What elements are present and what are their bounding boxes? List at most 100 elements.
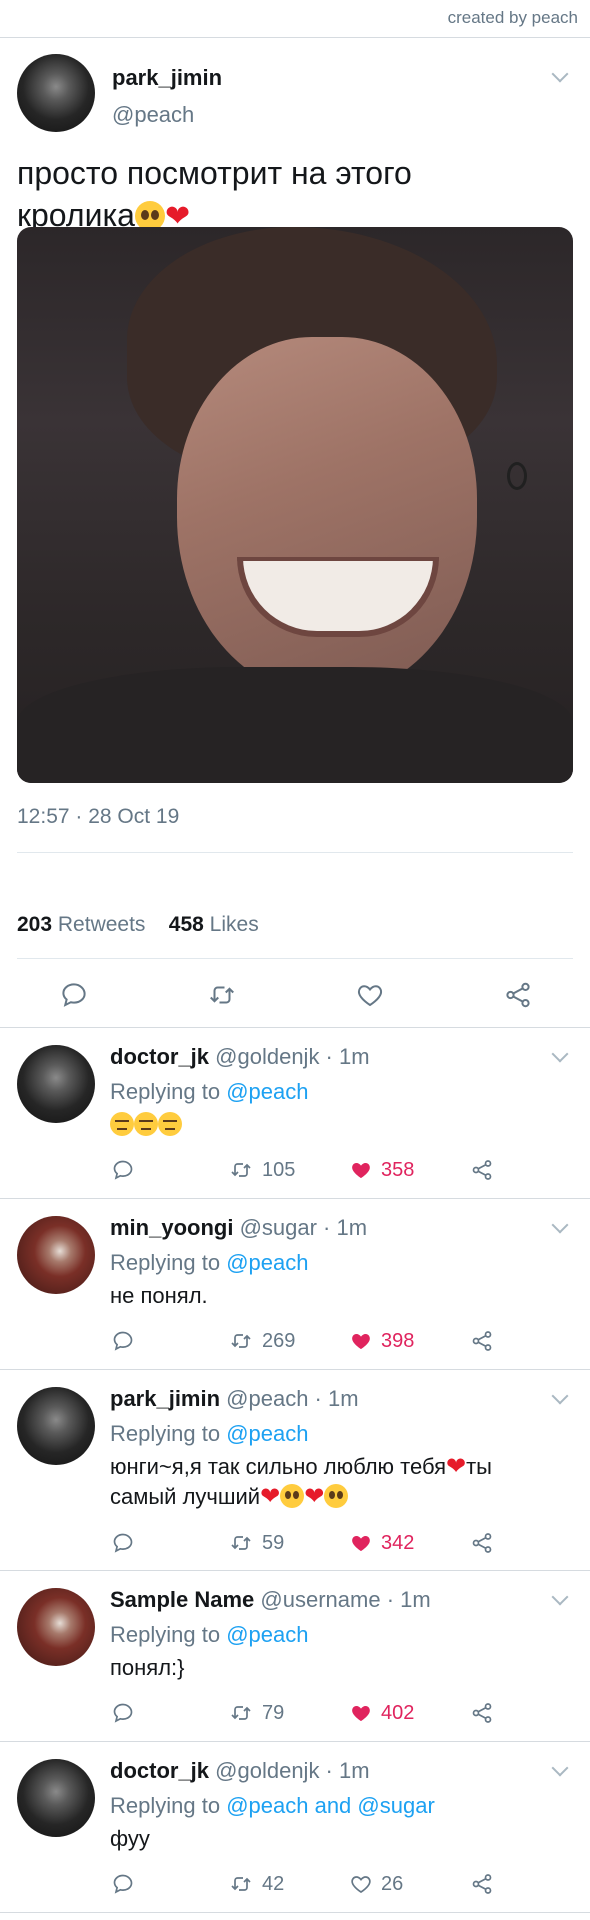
author-name[interactable]: park_jimin bbox=[112, 65, 222, 91]
chevron-down-icon[interactable] bbox=[551, 1759, 569, 1777]
reply-actions: 42 26 bbox=[0, 1869, 590, 1899]
likes-count[interactable]: 458 bbox=[169, 913, 204, 936]
avatar[interactable] bbox=[17, 1759, 95, 1837]
reply-text: юнги~я,я так сильно люблю тебя❤ты самый … bbox=[110, 1452, 570, 1512]
reply-meta: @sugar · 1m bbox=[239, 1215, 368, 1240]
author-handle[interactable]: @peach bbox=[112, 102, 194, 128]
reply-icon[interactable] bbox=[111, 1869, 135, 1899]
tweet-stats: 203 Retweets 458 Likes bbox=[17, 913, 259, 937]
retweets-count[interactable]: 203 bbox=[17, 913, 52, 936]
share-icon[interactable] bbox=[470, 1698, 494, 1728]
like-button[interactable]: 398 bbox=[349, 1326, 414, 1356]
replying-to-prefix: Replying to bbox=[110, 1250, 221, 1275]
replying-to-link[interactable]: @peach bbox=[226, 1421, 308, 1446]
chevron-down-icon[interactable] bbox=[551, 1216, 569, 1234]
chevron-down-icon[interactable] bbox=[551, 65, 569, 83]
avatar[interactable] bbox=[17, 1387, 95, 1465]
reply-meta: @goldenjk · 1m bbox=[215, 1044, 370, 1069]
avatar[interactable] bbox=[17, 54, 95, 132]
reply-text-line2: самый лучший❤ ❤ bbox=[110, 1482, 570, 1512]
heart-filled-icon bbox=[352, 1163, 370, 1178]
replying-to-link[interactable]: @peach bbox=[226, 1250, 308, 1275]
like-button[interactable]: 358 bbox=[349, 1155, 414, 1185]
replying-to: Replying to @peach bbox=[110, 1079, 308, 1105]
reply-header: Sample Name @username · 1m bbox=[110, 1587, 431, 1613]
replying-to: Replying to @peach and @sugar bbox=[110, 1793, 435, 1819]
replying-to-link[interactable]: @peach bbox=[226, 1079, 308, 1104]
share-icon[interactable] bbox=[470, 1155, 494, 1185]
chevron-down-icon[interactable] bbox=[551, 1588, 569, 1606]
reply-icon[interactable] bbox=[54, 975, 94, 1015]
red-heart-icon: ❤ bbox=[446, 1453, 467, 1480]
retweet-icon bbox=[231, 1536, 251, 1550]
like-button[interactable]: 402 bbox=[349, 1698, 414, 1728]
chevron-down-icon[interactable] bbox=[551, 1387, 569, 1405]
top-divider bbox=[0, 37, 590, 38]
divider bbox=[0, 1741, 590, 1742]
retweet-icon bbox=[231, 1334, 251, 1348]
reply-header: park_jimin @peach · 1m bbox=[110, 1386, 359, 1412]
reply-header: doctor_jk @goldenjk · 1m bbox=[110, 1758, 370, 1784]
likes-label[interactable]: Likes bbox=[210, 913, 259, 936]
pleading-face-icon bbox=[280, 1484, 305, 1508]
retweet-count: 79 bbox=[262, 1701, 285, 1724]
retweet-count: 105 bbox=[262, 1158, 296, 1181]
reply-meta: @goldenjk · 1m bbox=[215, 1758, 370, 1783]
like-icon[interactable] bbox=[350, 975, 390, 1015]
retweet-button[interactable]: 79 bbox=[228, 1698, 284, 1728]
replying-to-link[interactable]: @peach bbox=[226, 1622, 308, 1647]
replying-to-link[interactable]: @peach and @sugar bbox=[226, 1793, 435, 1818]
reply-icon[interactable] bbox=[111, 1155, 135, 1185]
chevron-down-icon[interactable] bbox=[551, 1045, 569, 1063]
retweet-button[interactable]: 269 bbox=[228, 1326, 295, 1356]
like-count: 358 bbox=[381, 1158, 415, 1181]
replying-to-prefix: Replying to bbox=[110, 1079, 221, 1104]
retweet-button[interactable]: 105 bbox=[228, 1155, 295, 1185]
retweet-count: 269 bbox=[262, 1329, 296, 1352]
reply-text-part: самый лучший bbox=[110, 1484, 261, 1509]
reply-icon[interactable] bbox=[111, 1528, 135, 1558]
reply-icon[interactable] bbox=[111, 1698, 135, 1728]
tweet-text: просто посмотрит на этого кролика ❤ bbox=[17, 152, 557, 238]
replying-to-prefix: Replying to bbox=[110, 1622, 221, 1647]
avatar[interactable] bbox=[17, 1045, 95, 1123]
retweet-button[interactable]: 42 bbox=[228, 1869, 284, 1899]
divider bbox=[0, 1570, 590, 1571]
retweets-label[interactable]: Retweets bbox=[58, 913, 146, 936]
share-icon[interactable] bbox=[498, 975, 538, 1015]
pleading-face-icon bbox=[324, 1484, 349, 1508]
share-icon[interactable] bbox=[470, 1869, 494, 1899]
reply-author-name[interactable]: Sample Name bbox=[110, 1587, 254, 1612]
tweet-timestamp[interactable]: 12:57 · 28 Oct 19 bbox=[17, 805, 179, 829]
red-heart-icon: ❤ bbox=[304, 1483, 325, 1510]
replying-to-prefix: Replying to bbox=[110, 1793, 221, 1818]
retweet-icon[interactable] bbox=[202, 975, 242, 1015]
expressionless-face-icon bbox=[134, 1112, 158, 1136]
expressionless-face-icon bbox=[110, 1112, 134, 1136]
share-icon[interactable] bbox=[470, 1528, 494, 1558]
share-icon[interactable] bbox=[470, 1326, 494, 1356]
reply-actions: 269 398 bbox=[0, 1326, 590, 1356]
tweet-actions bbox=[0, 975, 590, 1015]
reply-text: не понял. bbox=[110, 1283, 208, 1308]
reply-actions: 59 342 bbox=[0, 1528, 590, 1558]
reply-author-name[interactable]: min_yoongi bbox=[110, 1215, 233, 1240]
reply-author-name[interactable]: doctor_jk bbox=[110, 1758, 209, 1783]
avatar[interactable] bbox=[17, 1216, 95, 1294]
reply-text-part: ты bbox=[466, 1454, 492, 1479]
reply-icon[interactable] bbox=[111, 1326, 135, 1356]
divider bbox=[17, 852, 573, 853]
like-button[interactable]: 342 bbox=[349, 1528, 414, 1558]
tweet-photo[interactable] bbox=[17, 227, 573, 783]
replying-to: Replying to @peach bbox=[110, 1421, 308, 1447]
like-count: 402 bbox=[381, 1701, 415, 1724]
reply-author-name[interactable]: doctor_jk bbox=[110, 1044, 209, 1069]
retweet-icon bbox=[231, 1163, 251, 1177]
reply-author-name[interactable]: park_jimin bbox=[110, 1386, 220, 1411]
retweet-count: 42 bbox=[262, 1872, 285, 1895]
reply-meta: @username · 1m bbox=[260, 1587, 431, 1612]
divider bbox=[0, 1912, 590, 1913]
like-button[interactable]: 26 bbox=[349, 1869, 403, 1899]
retweet-button[interactable]: 59 bbox=[228, 1528, 284, 1558]
avatar[interactable] bbox=[17, 1588, 95, 1666]
